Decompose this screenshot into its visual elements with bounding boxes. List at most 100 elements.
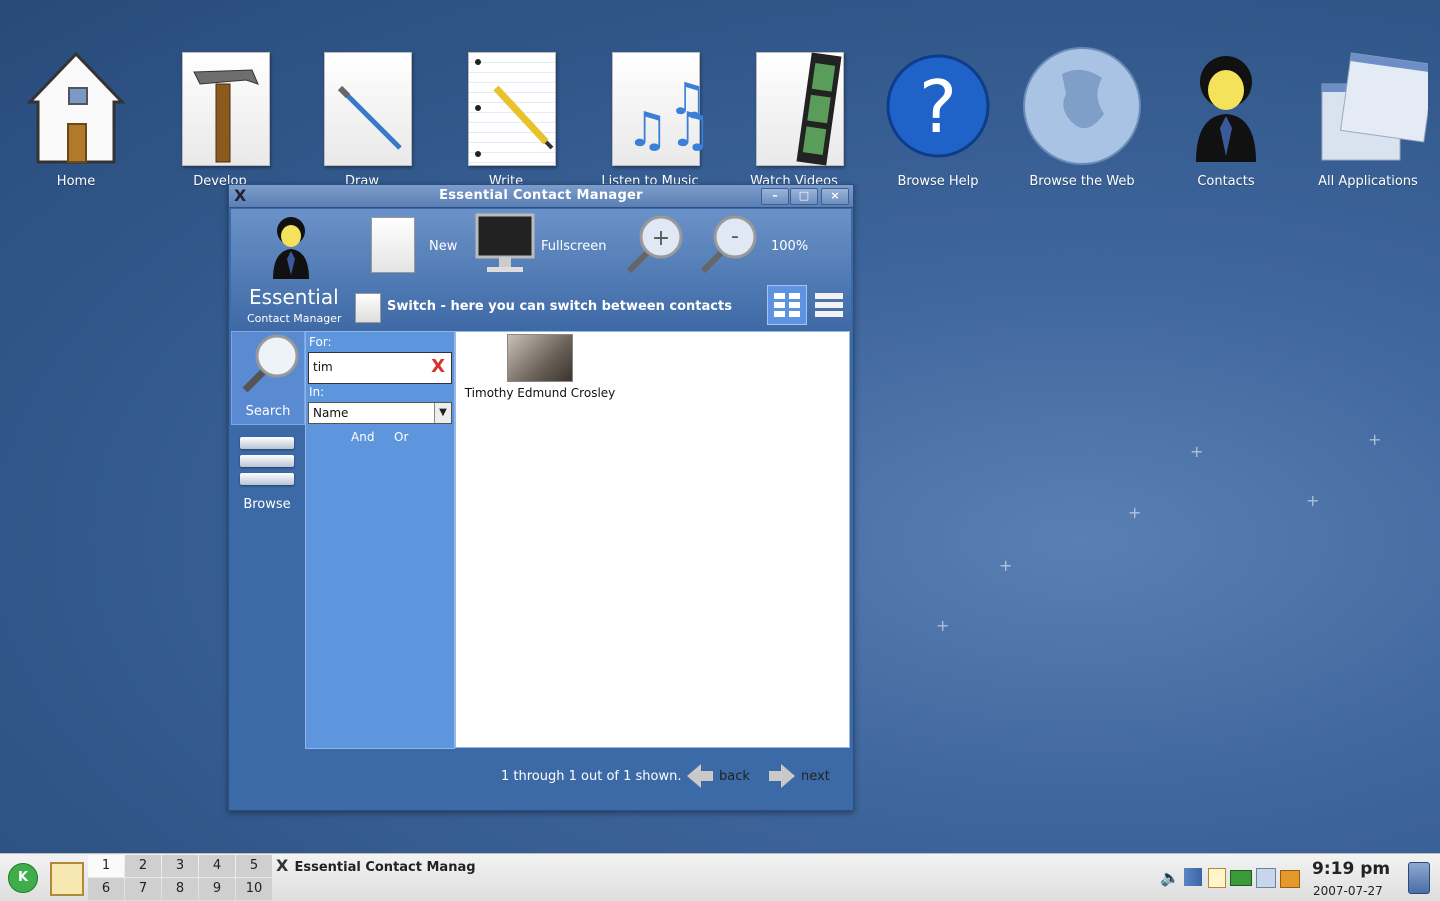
window-title: Essential Contact Manager [439,188,643,203]
new-button[interactable]: New [369,215,475,275]
workspace-3[interactable]: 3 [162,855,198,877]
desktop-icon-all-apps[interactable]: All Applications [1298,44,1438,189]
workspace-4[interactable]: 4 [199,855,235,877]
desktop-icon-label: All Applications [1318,174,1418,189]
desktop-icon-help[interactable]: ? Browse Help [868,44,1008,189]
next-label: next [801,769,830,784]
desktop-icon-videos[interactable]: Watch Videos [724,44,864,189]
clipboard-icon[interactable] [1208,868,1226,888]
signal-icon[interactable] [1184,868,1202,886]
and-option[interactable]: And [351,430,374,444]
results-status: 1 through 1 out of 1 shown. [501,769,682,784]
desktop-icon-label: Home [56,174,96,189]
workspace-6[interactable]: 6 [88,878,124,900]
browse-nav-label: Browse [243,497,291,512]
desktop-icon-contacts[interactable]: Contacts [1156,44,1296,189]
desktop-icon-label: Browse the Web [1029,174,1135,189]
question-mark-icon: ? [886,54,990,158]
search-input-value: tim [313,360,333,374]
nav-panel: Search Browse [231,331,305,801]
hammer-icon [193,69,259,163]
magnifier-icon [242,334,299,393]
sparkle: + [1306,491,1320,510]
search-input[interactable]: tim X [308,352,452,384]
network-icon[interactable] [1256,868,1276,888]
sparkle: + [999,556,1013,575]
svg-text:?: ? [919,65,957,149]
app-name: Essential [249,285,339,309]
contact-card[interactable]: Timothy Edmund Crosley [460,334,620,400]
svg-text:+: + [652,226,670,251]
trash-icon[interactable] [1408,862,1430,894]
volume-icon[interactable]: 🔈 [1160,868,1180,887]
for-label: For: [309,335,332,349]
desktop-icon-write[interactable]: Write [436,44,576,189]
battery-icon[interactable] [1230,870,1252,886]
clear-search-icon[interactable]: X [431,356,445,377]
workspace-5[interactable]: 5 [236,855,272,877]
windows-icon [1321,52,1436,161]
chevron-down-icon[interactable]: ▼ [434,403,451,423]
taskbar-window-label: Essential Contact Manag [294,860,476,875]
close-button[interactable]: × [821,188,849,205]
clock-time[interactable]: 9:19 pm [1312,859,1390,879]
toolbar: Essential Contact Manager New Fullscreen… [231,209,851,329]
globe-icon [1023,47,1141,165]
sparkle: + [1128,503,1142,522]
fullscreen-label: Fullscreen [541,239,607,254]
or-option[interactable]: Or [394,430,408,444]
svg-text:-: - [731,224,739,249]
desktop-icon-develop[interactable]: Develop [150,44,290,189]
desktop-icon-music[interactable]: ♫♫ ♫ Listen to Music [580,44,720,189]
workspace-8[interactable]: 8 [162,878,198,900]
zoom-level: 100% [771,239,809,254]
desktop-icon-label: Browse Help [897,174,979,189]
back-button[interactable]: back [685,761,761,791]
app-subtitle: Contact Manager [247,312,342,325]
fullscreen-button[interactable]: Fullscreen [475,213,615,277]
zoom-in-icon[interactable]: + [621,213,687,277]
back-arrow-icon [687,764,713,788]
grid-view-button[interactable] [767,285,807,325]
search-filter-panel: For: tim X In: Name ▼ And Or [305,331,455,749]
maximize-button[interactable]: □ [790,188,818,205]
pencil-icon [475,59,554,157]
monitor-icon [475,213,535,272]
desktop-icon-label: Contacts [1197,174,1255,189]
notes-launcher-icon[interactable] [50,862,84,896]
workspace-1[interactable]: 1 [88,855,124,877]
contact-manager-window: X Essential Contact Manager – □ × Essent… [228,184,854,811]
list-view-icon [815,293,843,317]
sparkle: + [1190,442,1204,461]
back-label: back [719,769,750,784]
contact-name: Timothy Edmund Crosley [464,386,616,400]
desktop-icon-home[interactable]: Home [6,44,146,189]
workspace-7[interactable]: 7 [125,878,161,900]
desktop-icon-web[interactable]: Browse the Web [1012,44,1152,189]
list-view-button[interactable] [811,285,849,323]
minimize-button[interactable]: – [761,188,789,205]
files-icon[interactable] [1280,870,1300,888]
workspace-2[interactable]: 2 [125,855,161,877]
field-select[interactable]: Name ▼ [308,402,452,424]
start-menu-button[interactable]: K [8,863,38,893]
grid-view-icon [774,293,800,317]
browse-nav-button[interactable]: Browse [231,431,303,512]
in-label: In: [309,385,325,399]
search-nav-label: Search [245,404,291,419]
desktop-icon-draw[interactable]: Draw [292,44,432,189]
taskbar: K 1 2 3 4 5 6 7 8 9 10 X Essential Conta… [0,853,1440,901]
results-pane: Timothy Edmund Crosley [455,331,850,748]
switch-icon[interactable] [355,293,381,323]
taskbar-window-button[interactable]: X Essential Contact Manag [276,856,476,878]
workspace-9[interactable]: 9 [199,878,235,900]
zoom-out-icon[interactable]: - [695,213,761,277]
sparkle: + [936,616,950,635]
search-nav-button[interactable]: Search [231,331,305,425]
person-icon [1196,56,1256,162]
window-titlebar[interactable]: X Essential Contact Manager – □ × [229,185,853,208]
next-button[interactable]: next [767,761,843,791]
music-notes-icon: ♫♫ ♫ [626,74,710,158]
x-window-icon: X [276,856,289,875]
workspace-10[interactable]: 10 [236,878,272,900]
